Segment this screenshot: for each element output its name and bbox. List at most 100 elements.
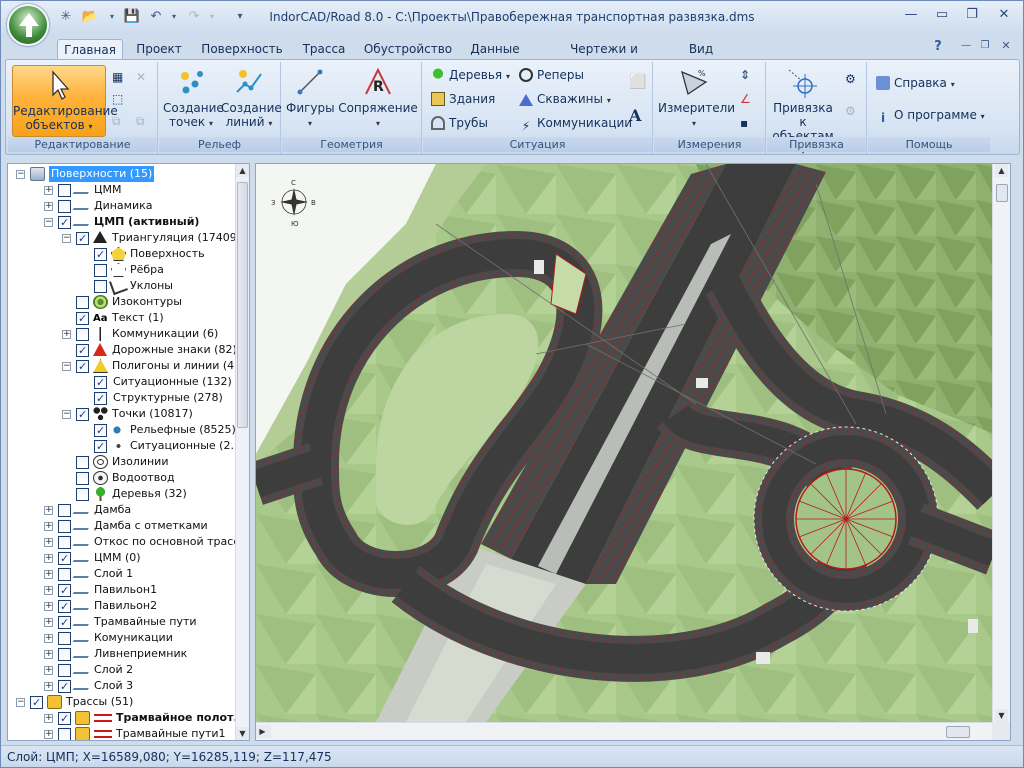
tree-row[interactable]: Изолинии — [8, 454, 236, 470]
ribbon-close-icon[interactable]: ✕ — [997, 37, 1015, 55]
benchmarks-button[interactable]: Реперы — [519, 68, 584, 82]
tree-row[interactable]: + Трамвайные пути — [8, 614, 236, 631]
map-horizontal-scrollbar[interactable]: ◀ ▶ — [256, 722, 994, 740]
collapse-icon[interactable]: − — [62, 410, 71, 419]
tab-surface[interactable]: Поверхность — [197, 39, 287, 59]
expand-icon[interactable]: + — [44, 634, 53, 643]
expand-icon[interactable]: + — [44, 650, 53, 659]
visibility-checkbox[interactable] — [58, 664, 71, 677]
tree-row[interactable]: − Триангуляция (17409) — [8, 230, 241, 247]
tree-vertical-scrollbar[interactable]: ▲ ▼ — [235, 164, 249, 740]
maximize-button[interactable]: ▭ — [929, 6, 955, 24]
application-menu-button[interactable] — [7, 4, 49, 46]
visibility-checkbox[interactable] — [94, 423, 107, 439]
visibility-checkbox[interactable] — [76, 488, 89, 501]
tree-row[interactable]: − Трассы (51) — [8, 694, 236, 711]
visibility-checkbox[interactable] — [58, 551, 71, 567]
tree-row[interactable]: Изоконтуры — [8, 294, 236, 310]
tree-row[interactable]: Ситуационные (2... — [8, 438, 241, 455]
scroll-up-icon[interactable]: ▲ — [236, 164, 249, 177]
tree-row[interactable]: + Слой 1 — [8, 566, 236, 582]
expand-icon[interactable]: + — [44, 682, 53, 691]
visibility-checkbox[interactable] — [58, 599, 71, 615]
tab-home[interactable]: Главная — [57, 39, 123, 59]
tree-row[interactable]: + Дамба — [8, 502, 236, 518]
expand-icon[interactable]: + — [44, 202, 53, 211]
tree-row[interactable]: Водоотвод — [8, 470, 236, 486]
pipes-button[interactable]: Трубы — [431, 116, 488, 130]
expand-icon[interactable]: + — [44, 538, 53, 547]
measure-distance-icon[interactable]: ⇕ — [740, 68, 750, 82]
block-icon[interactable]: ⬜ — [629, 74, 646, 90]
visibility-checkbox[interactable] — [94, 280, 107, 293]
tree-row[interactable]: Aa Текст (1) — [8, 310, 236, 327]
create-lines-button[interactable]: Создание линий ▾ — [221, 66, 282, 131]
tree-row[interactable]: + Откос по основной трассе — [8, 534, 246, 550]
expand-icon[interactable]: + — [44, 186, 53, 195]
visibility-checkbox[interactable] — [58, 536, 71, 549]
visibility-checkbox[interactable] — [76, 343, 89, 359]
visibility-checkbox[interactable] — [58, 200, 71, 213]
expand-icon[interactable]: + — [44, 570, 53, 579]
visibility-checkbox[interactable] — [76, 311, 89, 327]
visibility-checkbox[interactable] — [76, 328, 89, 341]
tree-scroll-thumb[interactable] — [237, 182, 248, 428]
map-view[interactable]: С З В Ю ▲ ▼ ◀ ▶ — [255, 163, 1011, 741]
visibility-checkbox[interactable] — [76, 296, 89, 309]
figures-button[interactable]: Фигуры ▾ — [286, 66, 335, 131]
tree-row[interactable]: − Поверхности (15) — [8, 166, 236, 182]
tree-row[interactable]: Дорожные знаки (82) — [8, 342, 237, 359]
visibility-checkbox[interactable] — [58, 728, 71, 740]
tree-row[interactable]: − Полигоны и линии (410) — [8, 358, 249, 375]
tree-row[interactable]: + Ливнеприемник — [8, 646, 236, 662]
buildings-button[interactable]: Здания — [431, 92, 495, 106]
visibility-checkbox[interactable] — [76, 231, 89, 247]
visibility-checkbox[interactable] — [58, 615, 71, 631]
tree-row[interactable]: Рельефные (8525) — [8, 422, 236, 439]
visibility-checkbox[interactable] — [94, 391, 107, 407]
tree-row[interactable]: + ЦММ (0) — [8, 550, 236, 567]
snap-settings-icon[interactable]: ⚙ — [845, 72, 856, 86]
snap-off-icon[interactable]: ⚙ — [845, 104, 856, 118]
tree-row[interactable]: Поверхность — [8, 246, 236, 263]
edit-objects-button[interactable]: Редактирование объектов ▾ — [12, 65, 118, 137]
tab-drawings[interactable]: Чертежи и ведомости — [535, 39, 673, 76]
expand-icon[interactable]: + — [44, 506, 53, 515]
expand-icon[interactable]: + — [44, 522, 53, 531]
visibility-checkbox[interactable] — [76, 359, 89, 375]
visibility-checkbox[interactable] — [58, 711, 71, 727]
reference-button[interactable]: Справка ▾ — [876, 76, 955, 90]
visibility-checkbox[interactable] — [58, 583, 71, 599]
tree-row[interactable]: Деревья (32) — [8, 486, 236, 502]
expand-icon[interactable]: + — [44, 586, 53, 595]
tab-furnishing[interactable]: Обустройство — [361, 39, 455, 59]
tree-row[interactable]: + Дамба с отметками — [8, 518, 236, 534]
visibility-checkbox[interactable] — [94, 439, 107, 455]
map-scroll-right-icon[interactable]: ▶ — [256, 725, 269, 738]
expand-icon[interactable]: + — [44, 714, 53, 723]
expand-icon[interactable]: + — [44, 602, 53, 611]
visibility-checkbox[interactable] — [76, 456, 89, 469]
select-group-icon[interactable]: ▦ — [112, 70, 123, 84]
tab-data[interactable]: Данные — [465, 39, 525, 59]
select-frame-icon[interactable]: ⬚ — [112, 92, 123, 106]
visibility-checkbox[interactable] — [76, 472, 89, 485]
text-a-icon[interactable]: A — [629, 106, 641, 125]
collapse-icon[interactable]: − — [44, 218, 53, 227]
map-vscroll-thumb[interactable] — [996, 184, 1008, 202]
visibility-checkbox[interactable] — [76, 407, 89, 423]
tab-project[interactable]: Проект — [131, 39, 187, 59]
paste-props-icon[interactable]: ⧉ — [136, 114, 145, 129]
meters-button[interactable]: % Измерители ▾ — [658, 66, 735, 131]
tree-row[interactable]: + Павильон1 — [8, 582, 236, 599]
expand-icon[interactable]: + — [62, 330, 71, 339]
tree-row[interactable]: + Слой 3 — [8, 678, 236, 695]
trees-button[interactable]: Деревья ▾ — [431, 68, 510, 82]
expand-icon[interactable]: + — [44, 666, 53, 675]
tree-row[interactable]: Рёбра — [8, 262, 236, 278]
visibility-checkbox[interactable] — [58, 679, 71, 695]
visibility-checkbox[interactable] — [30, 695, 43, 711]
tab-route[interactable]: Трасса — [295, 39, 353, 59]
create-points-button[interactable]: Создание точек ▾ — [163, 66, 224, 131]
map-vertical-scrollbar[interactable]: ▲ ▼ — [992, 164, 1010, 722]
